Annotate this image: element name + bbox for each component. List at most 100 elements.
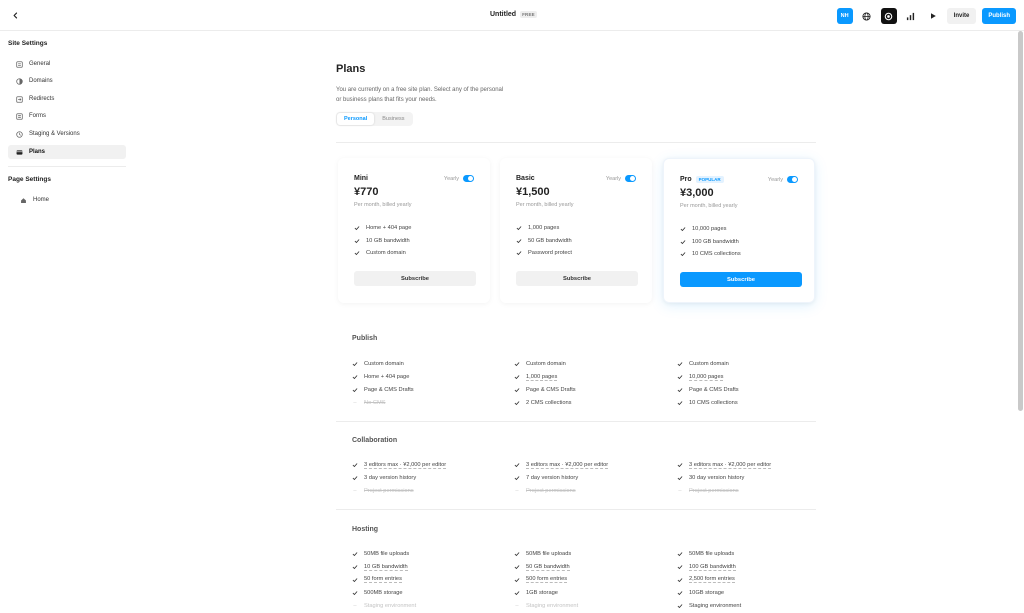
- comparison-row: 50MB file uploads: [677, 548, 741, 561]
- row-text: Staging environment: [689, 602, 742, 609]
- check-icon: [514, 387, 520, 393]
- sidebar-item-label: Forms: [29, 113, 46, 119]
- billing-label: Yearly: [443, 175, 459, 182]
- check-icon: [680, 226, 686, 232]
- row-text: Page & CMS Drafts: [364, 386, 414, 393]
- publish-button[interactable]: Publish: [982, 8, 1016, 24]
- billing-toggle[interactable]: Yearly: [768, 176, 798, 183]
- comparison-row: 100 GB bandwidth: [677, 561, 741, 574]
- subscribe-button[interactable]: Subscribe: [680, 272, 802, 287]
- scrollbar[interactable]: [1018, 31, 1023, 411]
- row-text: Staging environment: [364, 602, 417, 609]
- check-icon: [514, 564, 520, 570]
- sidebar-item-general[interactable]: General: [8, 57, 126, 71]
- sidebar-item-forms[interactable]: Forms: [8, 109, 126, 123]
- row-text: Custom domain: [689, 361, 729, 368]
- check-icon: [352, 374, 358, 380]
- toolbar-right: NH Invite Publish: [836, 8, 1016, 24]
- plan-card-basic: Basic Yearly ¥1,500 Per month, billed ye…: [500, 158, 652, 303]
- toggle-switch[interactable]: [625, 175, 636, 182]
- row-text: 10 GB bandwidth: [364, 563, 408, 571]
- sidebar-item-staging[interactable]: Staging & Versions: [8, 127, 126, 141]
- dash-icon: –: [515, 602, 519, 609]
- collab-col-basic: 3 editors max · ¥2,000 per editor 7 day …: [514, 459, 609, 497]
- row-text: 50 form entries: [364, 576, 402, 584]
- back-button[interactable]: [8, 8, 23, 23]
- comparison-row: Page & CMS Drafts: [677, 384, 739, 397]
- feature-text: Custom domain: [366, 250, 406, 257]
- feature-item: 100 GB bandwidth: [680, 236, 741, 249]
- check-icon: [677, 387, 683, 393]
- check-icon: [677, 400, 683, 406]
- sidebar-item-home[interactable]: Home: [8, 193, 126, 207]
- feature-item: 10,000 pages: [680, 223, 741, 236]
- tab-personal[interactable]: Personal: [337, 113, 375, 125]
- collab-col-mini: 3 editors max · ¥2,000 per editor 3 day …: [352, 459, 447, 497]
- sidebar-item-plans[interactable]: Plans: [8, 145, 126, 159]
- check-icon: [680, 251, 686, 257]
- comparison-row: 50 GB bandwidth: [514, 561, 578, 574]
- check-icon: [677, 374, 683, 380]
- comparison-row: 7 day version history: [514, 472, 608, 485]
- check-icon: [354, 238, 360, 244]
- avatar[interactable]: NH: [836, 8, 853, 24]
- invite-button[interactable]: Invite: [946, 8, 977, 24]
- row-text: Project permissions: [364, 487, 414, 494]
- billing-toggle[interactable]: Yearly: [606, 175, 636, 182]
- comparison-row: 50 form entries: [352, 574, 416, 587]
- comparison-row-disabled: – Staging environment: [514, 599, 578, 612]
- plan-features: 10,000 pages 100 GB bandwidth 10 CMS col…: [680, 223, 741, 261]
- row-text: 50MB file uploads: [364, 551, 410, 558]
- sidebar-item-redirects[interactable]: Redirects: [8, 92, 126, 106]
- project-title[interactable]: Untitled: [490, 11, 516, 18]
- subscribe-button[interactable]: Subscribe: [354, 271, 476, 286]
- check-icon: [516, 250, 522, 256]
- dash-icon: –: [515, 487, 519, 494]
- home-icon: [20, 197, 27, 204]
- sidebar-divider: [8, 166, 126, 167]
- sidebar-item-domains[interactable]: Domains: [8, 74, 126, 88]
- subscribe-button[interactable]: Subscribe: [516, 271, 638, 286]
- comparison-row: 1,000 pages: [514, 371, 576, 384]
- row-text: 3 editors max · ¥2,000 per editor: [526, 461, 609, 469]
- feature-text: 10 GB bandwidth: [366, 237, 410, 244]
- hosting-col-mini: 50MB file uploads 10 GB bandwidth 50 for…: [352, 548, 416, 612]
- globe-icon: [862, 11, 871, 21]
- popular-badge: POPULAR: [695, 176, 724, 183]
- analytics-button[interactable]: [903, 8, 919, 24]
- comparison-row-disabled: – Project permissions: [677, 485, 771, 498]
- plan-price: ¥770: [354, 186, 379, 198]
- globe-icon: [16, 77, 23, 85]
- row-text: 10,000 pages: [689, 373, 724, 381]
- billing-label: Yearly: [605, 175, 621, 182]
- comparison-row: 3 editors max · ¥2,000 per editor: [352, 459, 447, 472]
- toggle-switch[interactable]: [787, 176, 798, 183]
- comparison-row: Page & CMS Drafts: [352, 384, 414, 397]
- billing-label: Yearly: [767, 176, 783, 183]
- comparison-row: Custom domain: [352, 358, 414, 371]
- preview-circle-button[interactable]: [880, 8, 897, 24]
- row-text: 3 editors max · ¥2,000 per editor: [689, 461, 772, 469]
- bar-chart-icon: [907, 12, 915, 20]
- site-settings-title: Site Settings: [8, 40, 48, 47]
- dash-icon: –: [353, 602, 357, 609]
- row-text: Custom domain: [364, 361, 404, 368]
- globe-button[interactable]: [859, 8, 875, 24]
- settings-square-icon: [16, 60, 23, 68]
- row-text: Page & CMS Drafts: [689, 386, 739, 393]
- project-title-area[interactable]: Untitled FREE: [490, 11, 537, 18]
- comparison-row-disabled: – Staging environment: [352, 599, 416, 612]
- check-icon: [677, 590, 683, 596]
- plan-features: 1,000 pages 50 GB bandwidth Password pro…: [516, 222, 572, 260]
- dash-icon: –: [353, 487, 357, 494]
- section-collaboration-title: Collaboration: [352, 437, 398, 444]
- play-button[interactable]: [925, 8, 941, 24]
- check-icon: [354, 225, 360, 231]
- tab-business[interactable]: Business: [375, 113, 411, 125]
- check-icon: [677, 551, 683, 557]
- row-text: 3 editors max · ¥2,000 per editor: [364, 461, 447, 469]
- toggle-switch[interactable]: [463, 175, 474, 182]
- billing-toggle[interactable]: Yearly: [444, 175, 474, 182]
- feature-item: Custom domain: [354, 247, 411, 260]
- sidebar-item-label: Staging & Versions: [29, 131, 80, 137]
